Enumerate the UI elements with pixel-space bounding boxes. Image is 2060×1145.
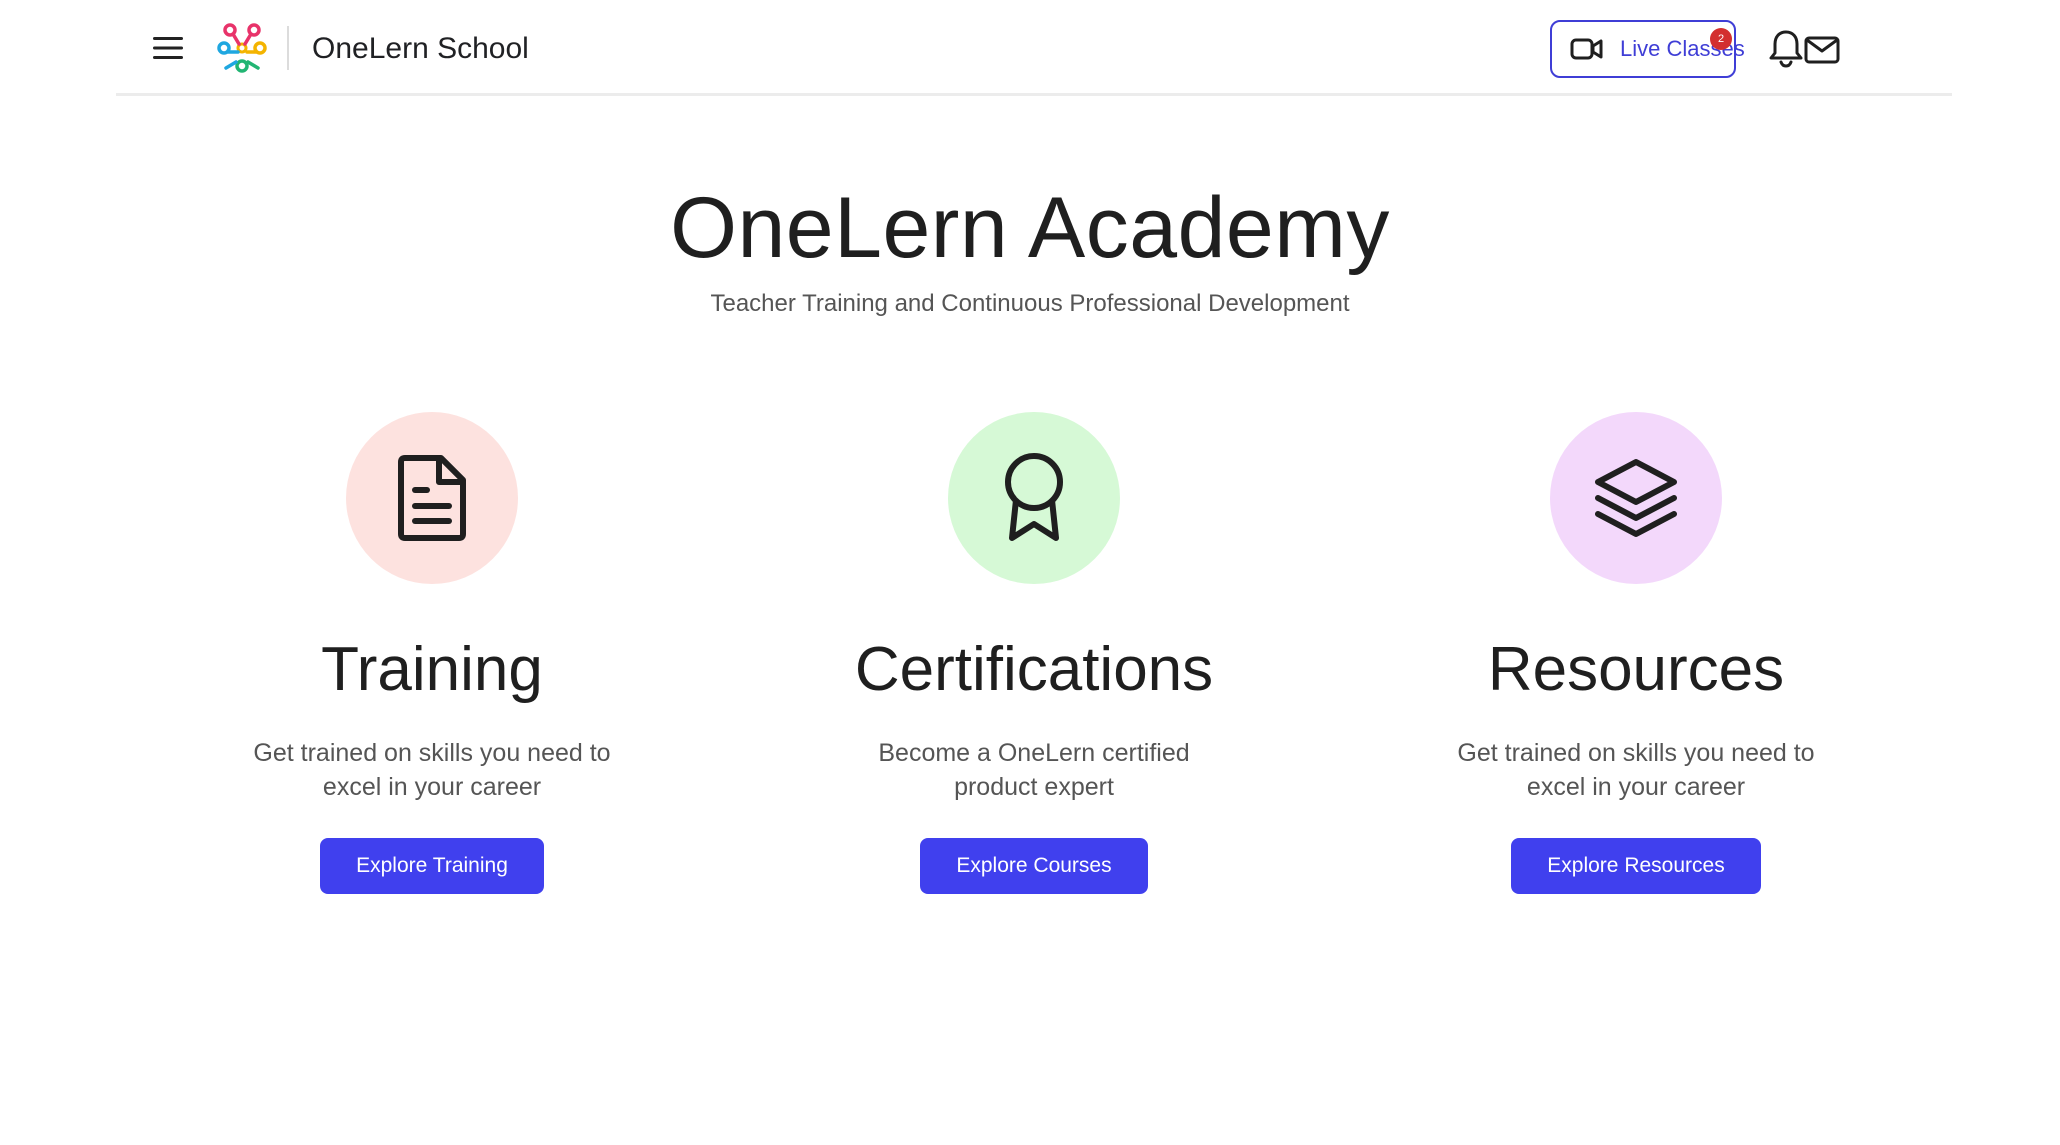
certifications-card: Certifications Become a OneLern certifie…: [784, 412, 1284, 894]
explore-resources-button[interactable]: Explore Resources: [1511, 838, 1761, 894]
award-ribbon-icon: [1000, 452, 1068, 544]
school-name[interactable]: OneLern School: [312, 30, 529, 68]
training-description: Get trained on skills you need to excel …: [253, 739, 611, 801]
notification-bell-icon[interactable]: [1768, 28, 1808, 72]
training-card: Training Get trained on skills you need …: [182, 412, 682, 894]
hamburger-menu-icon[interactable]: [150, 30, 186, 66]
document-icon: [395, 454, 469, 542]
certifications-description: Become a OneLern certified product exper…: [878, 739, 1190, 801]
brand-divider: [287, 26, 289, 70]
resources-description: Get trained on skills you need to excel …: [1457, 739, 1815, 801]
onelern-logo-icon[interactable]: [216, 22, 268, 74]
explore-courses-button[interactable]: Explore Courses: [920, 838, 1148, 894]
layers-icon: [1594, 458, 1678, 538]
mail-notification-badge: 2: [1710, 28, 1732, 50]
certifications-title: Certifications: [854, 635, 1214, 704]
live-classes-button[interactable]: Live Classes: [1550, 20, 1745, 78]
explore-training-button[interactable]: Explore Training: [320, 838, 544, 894]
resources-title: Resources: [1487, 635, 1785, 704]
page-title: OneLern Academy: [670, 180, 1390, 276]
training-title: Training: [321, 635, 543, 704]
video-camera-icon: [1570, 38, 1604, 60]
page-subtitle: Teacher Training and Continuous Professi…: [710, 290, 1350, 317]
resources-card: Resources Get trained on skills you need…: [1386, 412, 1886, 894]
top-navigation-bar: OneLern School Live Classes: [116, 0, 1952, 96]
mail-icon[interactable]: [1804, 30, 1848, 70]
training-icon-circle: [346, 412, 518, 584]
certifications-icon-circle: [948, 412, 1120, 584]
resources-icon-circle: [1550, 412, 1722, 584]
